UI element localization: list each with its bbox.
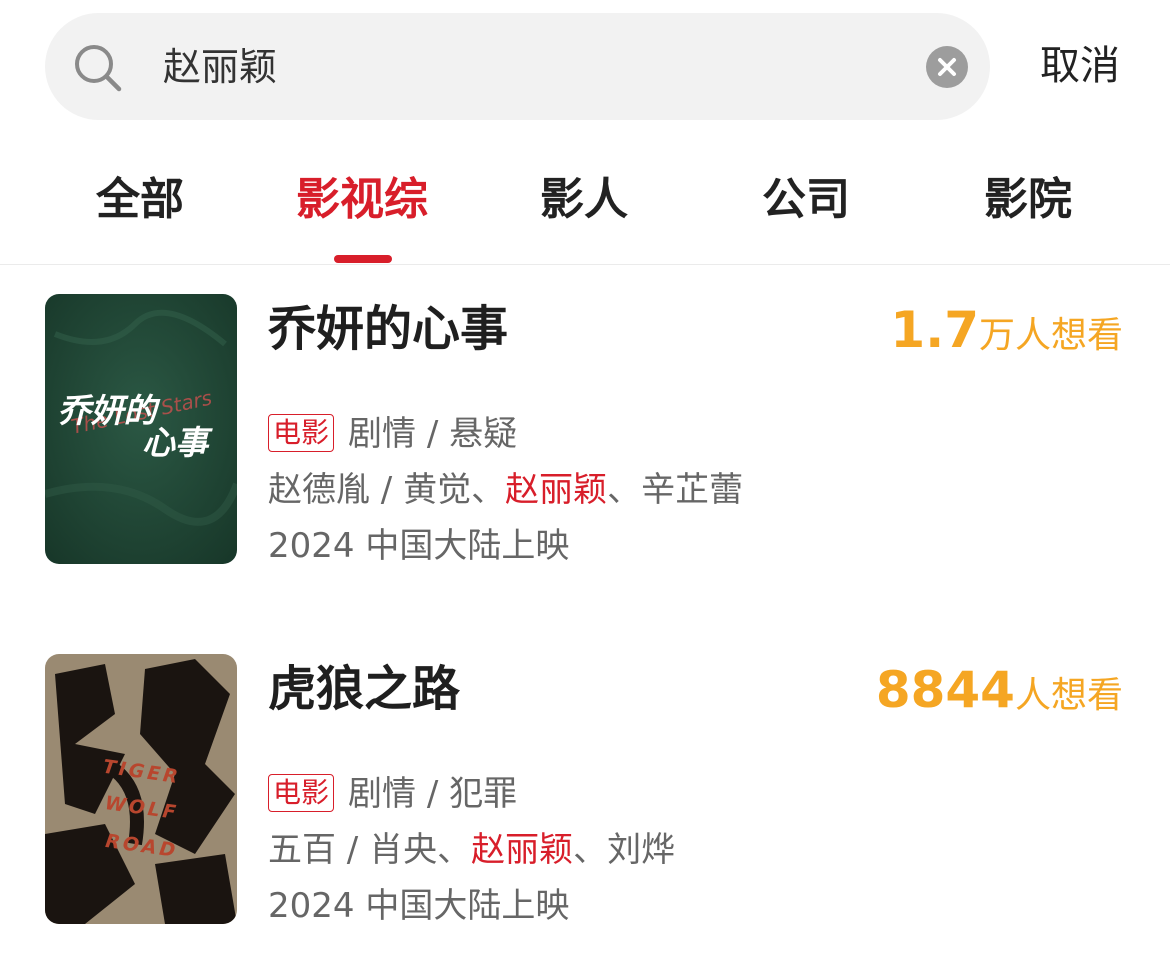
active-tab-indicator (334, 255, 392, 263)
cast-before: 肖央、 (369, 830, 472, 870)
want-count-number: 1.7 (890, 301, 979, 359)
movie-poster[interactable]: TIGER WOLF ROAD (45, 654, 237, 924)
close-icon (938, 58, 956, 76)
genres: 剧情 / 悬疑 (348, 414, 518, 454)
want-to-see-count: 1.7万人想看 (890, 300, 1123, 372)
search-box[interactable]: 赵丽颖 (45, 13, 990, 120)
search-input[interactable]: 赵丽颖 (163, 37, 883, 97)
want-count-number: 8844 (875, 661, 1015, 719)
result-item[interactable]: TIGER WOLF ROAD 虎狼之路 8844人想看 电影 剧情 / 犯罪 五… (0, 654, 1170, 926)
genre-line: 电影 剧情 / 犯罪 (268, 770, 517, 818)
movie-title[interactable]: 乔妍的心事 (268, 296, 508, 362)
type-tag: 电影 (268, 414, 335, 452)
clear-search-button[interactable] (926, 46, 968, 88)
search-row: 赵丽颖 取消 (0, 0, 1170, 135)
type-tag: 电影 (268, 774, 335, 812)
poster-title-2: 心事 (142, 423, 213, 462)
tab-company[interactable]: 公司 (762, 170, 850, 230)
movie-title[interactable]: 虎狼之路 (268, 656, 460, 722)
tab-people[interactable]: 影人 (540, 170, 628, 230)
cast-highlight: 赵丽颖 (471, 830, 574, 870)
cast-before: 黄觉、 (403, 470, 506, 510)
credits-line: 五百 / 肖央、赵丽颖、刘烨 (268, 826, 675, 874)
cast-highlight: 赵丽颖 (505, 470, 608, 510)
want-to-see-count: 8844人想看 (876, 660, 1123, 732)
credits-separator: / (336, 830, 370, 870)
genres: 剧情 / 犯罪 (348, 774, 518, 814)
tab-cinema[interactable]: 影院 (984, 170, 1072, 230)
credits-separator: / (370, 470, 404, 510)
movie-poster[interactable]: The Lost Stars 乔妍的 心事 (45, 294, 237, 564)
search-icon (75, 45, 122, 92)
want-count-unit: 人想看 (1014, 675, 1123, 716)
director: 赵德胤 (268, 470, 370, 510)
tab-all[interactable]: 全部 (96, 170, 184, 230)
result-item[interactable]: The Lost Stars 乔妍的 心事 乔妍的心事 1.7万人想看 电影 剧情… (0, 294, 1170, 566)
credits-line: 赵德胤 / 黄觉、赵丽颖、辛芷蕾 (268, 466, 743, 514)
cancel-button[interactable]: 取消 (1040, 38, 1120, 94)
tab-film-tv-variety[interactable]: 影视综 (296, 170, 428, 230)
cast-after: 、辛芷蕾 (607, 470, 744, 510)
release-info: 2024 中国大陆上映 (268, 526, 570, 566)
genre-line: 电影 剧情 / 悬疑 (268, 410, 517, 458)
want-count-unit: 万人想看 (978, 315, 1123, 356)
category-tabs: 全部 影视综 影人 公司 影院 (0, 160, 1170, 265)
cast-after: 、刘烨 (573, 830, 676, 870)
release-info: 2024 中国大陆上映 (268, 886, 570, 926)
director: 五百 (268, 830, 336, 870)
